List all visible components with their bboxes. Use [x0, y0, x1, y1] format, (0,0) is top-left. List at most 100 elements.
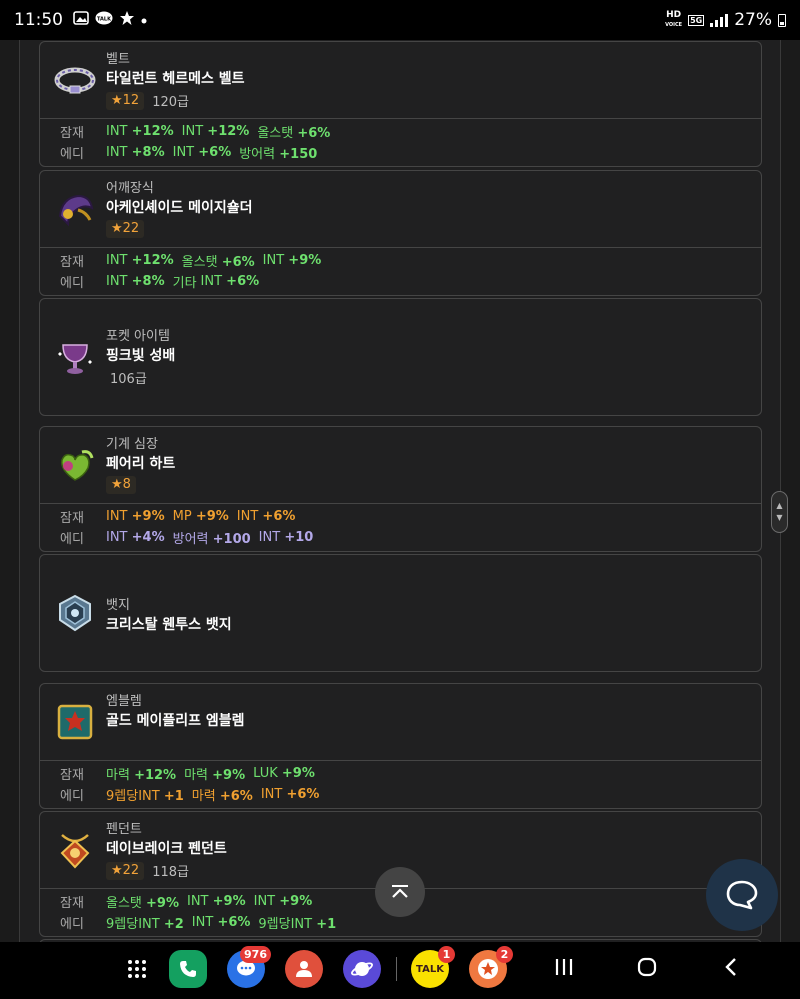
item-header: 기계 심장 페어리 하트 ★8 [40, 427, 761, 503]
additional-label: 에디 [60, 276, 84, 291]
home-icon [637, 957, 657, 977]
item-options: 잠재 마력 +12% 마력 +9% LUK +9% 에디 9렙당INT +1 마… [40, 760, 761, 808]
status-bar: 11:50 TALK HD VOICE 5G 27% [0, 0, 800, 40]
additional-row: 에디 9렙당INT +1 마력 +6% INT +6% [40, 784, 761, 805]
kakaotalk-notification-icon: TALK [95, 11, 113, 30]
item-header: 어깨장식 아케인셰이드 메이지숄더 ★22 [40, 171, 761, 247]
maple-leaf-icon [478, 959, 498, 979]
voice-label: VOICE [665, 21, 683, 28]
option: 마력 +12% [106, 768, 177, 783]
star-icon: ★ [111, 862, 123, 878]
battery-percent: 27% [734, 10, 772, 30]
item-level: 120급 [152, 95, 189, 110]
item-card-emblem[interactable]: 엠블렘 골드 메이플리프 엠블렘 잠재 마력 +12% 마력 +9% LUK +… [39, 683, 762, 809]
system-status: HD VOICE 5G 27% [665, 10, 786, 30]
item-name: 데이브레이크 펜던트 [106, 841, 227, 857]
game-app[interactable]: 2 [469, 946, 513, 988]
star-icon: ★ [111, 92, 123, 108]
option: 올스탯 +9% [106, 896, 179, 911]
potential-label: 잠재 [60, 126, 84, 141]
person-icon [296, 961, 312, 977]
star-count: 8 [122, 477, 131, 492]
option: INT +8% [106, 274, 165, 289]
home-button[interactable] [636, 956, 658, 982]
option: 마력 +6% [191, 789, 253, 804]
option: INT +8% [106, 145, 165, 160]
belt-icon [54, 59, 96, 101]
potential-label: 잠재 [60, 255, 84, 270]
star-force-badge: ★22 [106, 861, 145, 880]
scroll-to-top-button[interactable] [375, 867, 425, 917]
option: 올스탯 +6% [181, 255, 255, 270]
additional-label: 에디 [60, 789, 84, 804]
heart-icon [54, 444, 96, 486]
option: MP +9% [172, 509, 229, 524]
chat-button[interactable] [706, 859, 778, 931]
option: 9렙당INT +2 [106, 917, 184, 932]
chat-bubble-icon [726, 880, 758, 910]
planet-icon [351, 962, 373, 976]
item-level: 118급 [152, 865, 189, 880]
option: LUK +9% [253, 766, 315, 781]
potential-row: 잠재 INT +12% INT +12% 올스탯 +6% [40, 121, 761, 142]
equipment-list-view[interactable]: 벨트 타일런트 헤르메스 벨트 ★12 120급 잠재 INT +12% INT… [0, 40, 800, 942]
option: INT +12% [181, 124, 250, 139]
item-card-badge[interactable]: 뱃지 크리스탈 웬투스 뱃지 [39, 554, 762, 672]
option: INT +9% [262, 253, 322, 268]
additional-row: 에디 INT +4% 방어력 +100 INT +10 [40, 527, 761, 548]
item-name: 크리스탈 웬투스 뱃지 [106, 617, 232, 633]
scroll-handle[interactable]: ▲ ▼ [771, 491, 788, 533]
item-card-belt[interactable]: 벨트 타일런트 헤르메스 벨트 ★12 120급 잠재 INT +12% INT… [39, 41, 762, 167]
chevron-up-icon [392, 885, 408, 898]
kakaotalk-app[interactable]: TALK 1 [411, 946, 455, 988]
hd-voice-icon: HD VOICE [665, 10, 683, 30]
item-category: 엠블렘 [106, 694, 142, 709]
item-card-shoulder[interactable]: 어깨장식 아케인셰이드 메이지숄더 ★22 잠재 INT +12% 올스탯 +6… [39, 170, 762, 296]
item-name: 골드 메이플리프 엠블렘 [106, 713, 245, 729]
item-header: 뱃지 크리스탈 웬투스 뱃지 [40, 555, 761, 672]
potential-row: 잠재 INT +12% 올스탯 +6% INT +9% [40, 250, 761, 271]
item-card-pocket[interactable]: 포켓 아이템 핑크빛 성배 106급 [39, 298, 762, 416]
star-count: 22 [122, 862, 140, 878]
item-header: 포켓 아이템 핑크빛 성배 106급 [40, 299, 761, 416]
star-icon: ★ [111, 221, 123, 236]
star-force-badge: ★22 [106, 220, 145, 238]
item-name: 핑크빛 성배 [106, 348, 176, 364]
option: INT +6% [236, 509, 296, 524]
more-notifications-dot [141, 12, 147, 28]
option: INT +6% [260, 787, 320, 802]
potential-row: 잠재 INT +9% MP +9% INT +6% [40, 506, 761, 527]
option: INT +6% [172, 145, 232, 160]
recent-apps-button[interactable] [553, 956, 575, 982]
app-drawer-button[interactable] [118, 950, 156, 988]
contacts-app[interactable] [285, 950, 323, 988]
option: INT +9% [253, 894, 313, 909]
internet-app[interactable] [343, 950, 381, 988]
potential-label: 잠재 [60, 768, 84, 783]
gallery-icon [73, 11, 89, 29]
badge-icon [54, 592, 96, 634]
item-name: 타일런트 헤르메스 벨트 [106, 71, 245, 87]
potential-label: 잠재 [60, 896, 84, 911]
battery-icon [778, 13, 786, 27]
pocket-icon [54, 336, 96, 378]
back-button[interactable] [720, 956, 742, 982]
messages-app[interactable]: 976 [227, 946, 271, 988]
pendant-icon [54, 829, 96, 871]
item-level: 106급 [110, 372, 147, 387]
dock-divider [396, 957, 397, 981]
phone-app[interactable] [169, 950, 207, 988]
star-icon: ★ [111, 477, 123, 492]
game-badge: 2 [496, 946, 513, 963]
option: INT +12% [106, 253, 174, 268]
item-options: 잠재 INT +9% MP +9% INT +6% 에디 INT +4% 방어력… [40, 503, 761, 551]
option: 올스탯 +6% [257, 126, 331, 141]
option: 기타 [172, 276, 197, 291]
option: INT +6% [191, 915, 251, 930]
item-category: 기계 심장 [106, 437, 158, 452]
item-card-heart[interactable]: 기계 심장 페어리 하트 ★8 잠재 INT +9% MP +9% INT +6… [39, 426, 762, 552]
option: 마력 +9% [184, 768, 246, 783]
grid-icon [128, 960, 146, 978]
additional-label: 에디 [60, 532, 84, 547]
star-app-icon [119, 10, 135, 30]
